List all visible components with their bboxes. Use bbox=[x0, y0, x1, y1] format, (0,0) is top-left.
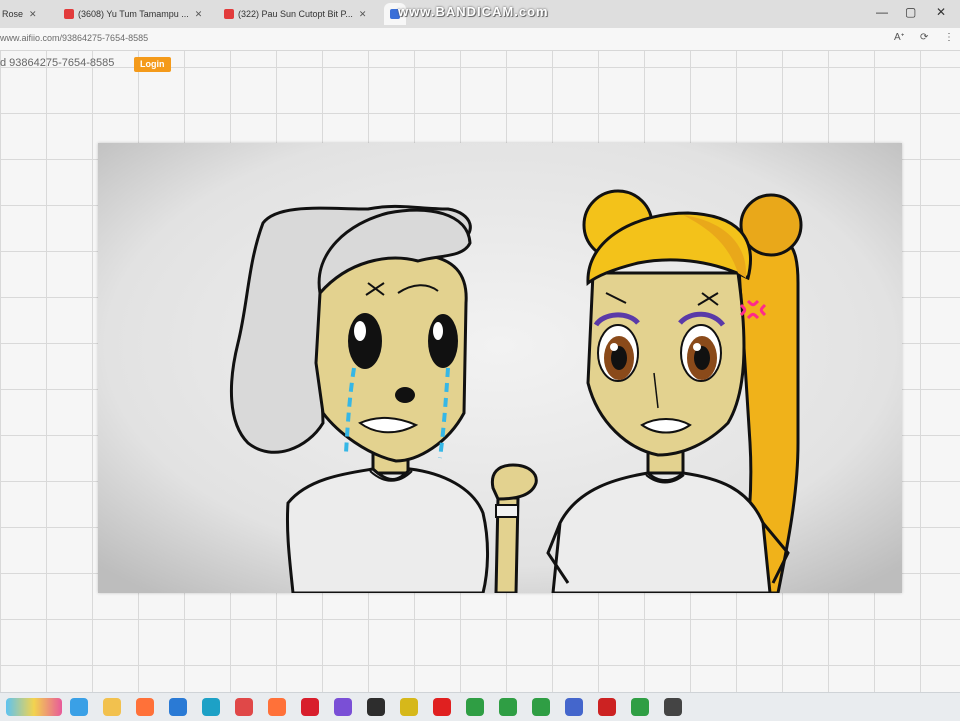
app-icon-6[interactable] bbox=[664, 698, 682, 716]
login-button[interactable]: Login bbox=[134, 57, 171, 72]
firefox-icon[interactable] bbox=[136, 698, 154, 716]
file-explorer-icon[interactable] bbox=[103, 698, 121, 716]
tab-3-label: (322) Pau Sun Cutopt Bit P... bbox=[238, 9, 353, 19]
browser-tab-strip: Rose ✕ (3608) Yu Tum Tamampu ... ✕ (322)… bbox=[0, 0, 960, 29]
windows-taskbar bbox=[0, 692, 960, 721]
tab-2[interactable]: (3608) Yu Tum Tamampu ... ✕ bbox=[64, 3, 219, 25]
cartoon-drawing bbox=[98, 143, 902, 593]
app-icon-4[interactable] bbox=[400, 698, 418, 716]
app-icon[interactable] bbox=[235, 698, 253, 716]
refresh-icon[interactable]: ⟳ bbox=[920, 32, 928, 43]
youtube-icon[interactable] bbox=[433, 698, 451, 716]
close-window-icon[interactable]: ✕ bbox=[936, 5, 946, 19]
chrome-icon[interactable] bbox=[466, 698, 484, 716]
read-aloud-icon[interactable]: Aᐩ bbox=[894, 32, 905, 43]
start-logo-icon[interactable] bbox=[6, 698, 62, 716]
tab-3-favicon-icon bbox=[224, 9, 234, 19]
maximize-icon[interactable]: ▢ bbox=[905, 5, 916, 19]
address-bar: www.aifiio.com/93864275-7654-8585 Aᐩ ⟳ ⋮ bbox=[0, 28, 960, 51]
edge-icon[interactable] bbox=[202, 698, 220, 716]
tab-1-close-icon[interactable]: ✕ bbox=[29, 9, 37, 20]
tab-3[interactable]: (322) Pau Sun Cutopt Bit P... ✕ bbox=[224, 3, 384, 25]
tab-1-label: Rose bbox=[2, 9, 24, 19]
tab-2-favicon-icon bbox=[64, 9, 74, 19]
bandicam-watermark: www.BANDICAM.com bbox=[398, 4, 549, 19]
opera-icon[interactable] bbox=[301, 698, 319, 716]
tab-3-close-icon[interactable]: ✕ bbox=[359, 9, 367, 20]
store-icon[interactable] bbox=[169, 698, 187, 716]
left-shirt bbox=[285, 467, 489, 593]
tab-1[interactable]: Rose ✕ bbox=[2, 3, 54, 25]
url-field[interactable]: www.aifiio.com/93864275-7654-8585 bbox=[0, 33, 148, 43]
page-content: d 93864275-7654-8585 Login bbox=[0, 51, 960, 692]
minimize-icon[interactable]: — bbox=[876, 5, 888, 19]
firefox-icon-2[interactable] bbox=[268, 698, 286, 716]
widgets-icon[interactable] bbox=[70, 698, 88, 716]
tab-2-close-icon[interactable]: ✕ bbox=[195, 9, 203, 20]
app-icon-3[interactable] bbox=[367, 698, 385, 716]
app-icon-2[interactable] bbox=[334, 698, 352, 716]
drawing-frame bbox=[98, 143, 902, 593]
more-icon[interactable]: ⋮ bbox=[944, 32, 954, 43]
chrome-icon-2[interactable] bbox=[499, 698, 517, 716]
chrome-icon-3[interactable] bbox=[532, 698, 550, 716]
page-id-text: d 93864275-7654-8585 bbox=[0, 57, 115, 69]
tab-2-label: (3608) Yu Tum Tamampu ... bbox=[78, 9, 189, 19]
record-icon[interactable] bbox=[598, 698, 616, 716]
chrome-icon-4[interactable] bbox=[631, 698, 649, 716]
app-icon-5[interactable] bbox=[565, 698, 583, 716]
